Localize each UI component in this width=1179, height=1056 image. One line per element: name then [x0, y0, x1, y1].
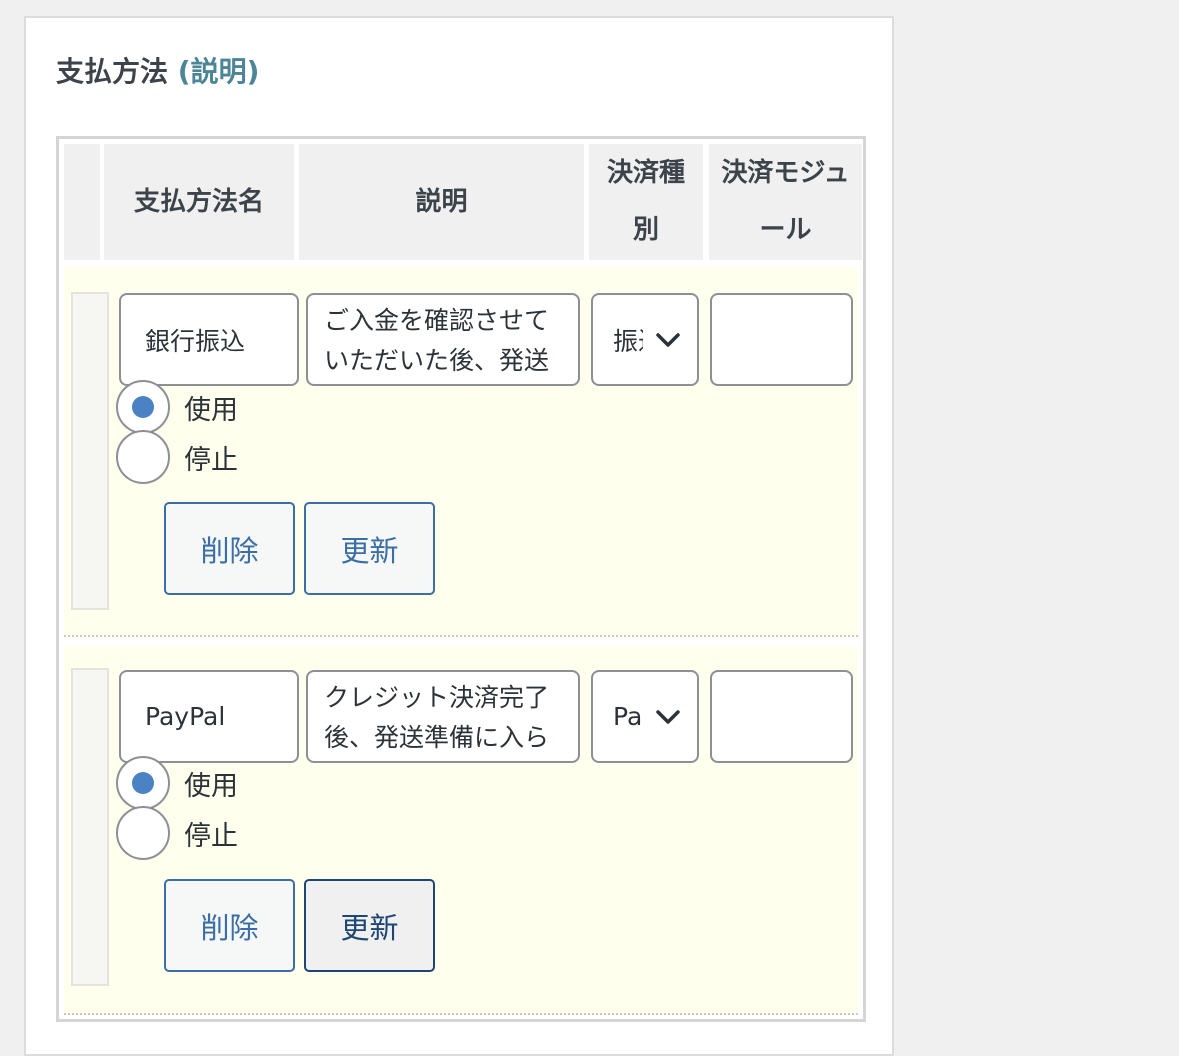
status-use-option[interactable]: 使用: [116, 756, 238, 810]
payment-name-input[interactable]: 銀行振込: [119, 293, 299, 386]
description-line-1: ご入金を確認させて: [324, 306, 550, 335]
status-stop-option[interactable]: 停止: [116, 430, 238, 484]
payment-description-input[interactable]: ご入金を確認させて いただいた後、発送: [306, 293, 580, 386]
status-stop-label: 停止: [184, 444, 238, 476]
drag-handle[interactable]: [71, 292, 109, 610]
chevron-down-icon: [656, 332, 680, 347]
header-module-line2: ール: [759, 215, 812, 245]
description-line-2: いただいた後、発送: [324, 346, 550, 375]
radio-checked-dot: [132, 396, 154, 418]
payment-description-input[interactable]: クレジット決済完了 後、発送準備に入ら: [306, 670, 580, 763]
table-row: PayPal クレジット決済完了 後、発送準備に入ら PayPal 使用 停止: [64, 647, 858, 1015]
payment-methods-panel: 支払方法 (説明) 支払方法名 説明 決済種 別 決済モジュ ール 銀行振込 ご…: [24, 16, 894, 1056]
header-payment-type: 決済種 別: [589, 144, 703, 260]
delete-button[interactable]: 削除: [164, 502, 295, 595]
status-use-label: 使用: [184, 770, 238, 802]
header-name: 支払方法名: [104, 144, 294, 260]
payment-name-input[interactable]: PayPal: [119, 670, 299, 763]
status-use-radio[interactable]: [116, 380, 170, 434]
status-stop-label: 停止: [184, 820, 238, 852]
status-use-option[interactable]: 使用: [116, 380, 238, 434]
description-line-2: 後、発送準備に入ら: [324, 723, 550, 752]
header-description: 説明: [299, 144, 584, 260]
payment-type-value: PayPal: [613, 702, 643, 731]
status-use-radio[interactable]: [116, 756, 170, 810]
status-stop-radio[interactable]: [116, 806, 170, 860]
header-module: 決済モジュ ール: [709, 144, 862, 260]
table-row: 銀行振込 ご入金を確認させて いただいた後、発送 振込 使用 停止 削除: [64, 267, 858, 637]
payment-type-select[interactable]: 振込: [591, 293, 699, 386]
drag-handle[interactable]: [71, 668, 109, 986]
header-module-line1: 決済モジュ: [721, 158, 850, 188]
payment-type-select[interactable]: PayPal: [591, 670, 699, 763]
help-link[interactable]: (説明): [178, 55, 260, 88]
description-line-1: クレジット決済完了: [324, 683, 550, 712]
section-title: 支払方法 (説明): [56, 52, 259, 92]
status-stop-option[interactable]: 停止: [116, 806, 238, 860]
update-button[interactable]: 更新: [304, 502, 435, 595]
header-handle-col: [64, 144, 100, 260]
payment-module-input[interactable]: [710, 293, 853, 386]
status-stop-radio[interactable]: [116, 430, 170, 484]
header-payment-type-line2: 別: [632, 215, 659, 245]
payment-module-input[interactable]: [710, 670, 853, 763]
payment-name-value: 銀行振込: [145, 326, 246, 356]
delete-button[interactable]: 削除: [164, 879, 295, 972]
update-button[interactable]: 更新: [304, 879, 435, 972]
header-payment-type-line1: 決済種: [606, 158, 685, 188]
radio-checked-dot: [132, 772, 154, 794]
payment-name-value: PayPal: [145, 702, 226, 731]
payment-methods-table: 支払方法名 説明 決済種 別 決済モジュ ール 銀行振込 ご入金を確認させて い…: [56, 136, 866, 1022]
payment-type-value: 振込: [613, 326, 643, 356]
section-title-text: 支払方法: [56, 55, 169, 88]
chevron-down-icon: [656, 709, 680, 724]
status-use-label: 使用: [184, 394, 238, 426]
